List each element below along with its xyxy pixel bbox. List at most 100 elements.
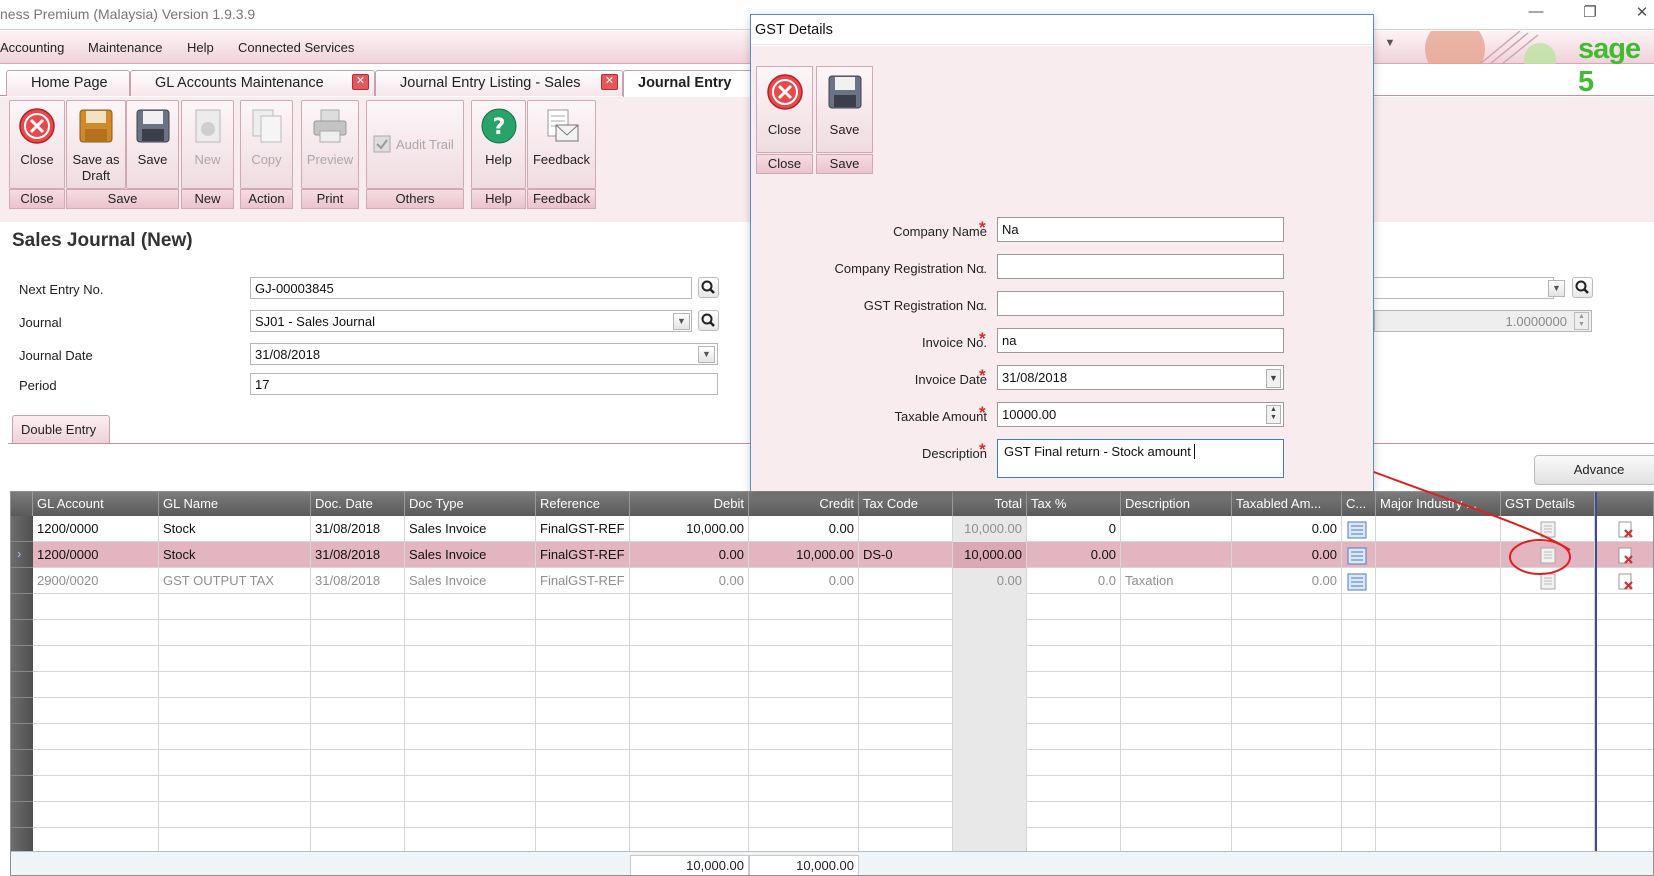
empty-cell[interactable]	[1121, 698, 1232, 724]
invoice-no-field[interactable]: na	[997, 328, 1284, 353]
empty-cell[interactable]	[953, 620, 1027, 646]
column-header-gl-account[interactable]: GL Account	[33, 492, 159, 516]
empty-row[interactable]	[11, 698, 1653, 724]
cell-doc-type[interactable]: Sales Invoice	[405, 568, 536, 594]
dialog-save-button[interactable]: Save	[816, 66, 873, 153]
cell-description[interactable]: Taxation	[1121, 568, 1232, 594]
empty-cell[interactable]	[159, 646, 311, 672]
empty-cell[interactable]	[33, 646, 159, 672]
invoice-date-field[interactable]: 31/08/2018 ▼	[997, 365, 1284, 390]
empty-row[interactable]	[11, 672, 1653, 698]
next-entry-field[interactable]: GJ-00003845	[250, 277, 692, 299]
empty-cell[interactable]	[859, 750, 953, 776]
restore-button[interactable]: ❐	[1572, 3, 1608, 25]
dialog-close-button[interactable]: Close	[756, 66, 813, 153]
cell-gl-name[interactable]: GST OUTPUT TAX	[159, 568, 311, 594]
empty-cell[interactable]	[1232, 620, 1342, 646]
empty-row[interactable]	[11, 620, 1653, 646]
chevron-down-icon[interactable]: ▼	[673, 313, 690, 330]
journal-date-field[interactable]: 31/08/2018	[250, 343, 718, 365]
empty-cell[interactable]	[1121, 750, 1232, 776]
cell-reference[interactable]: FinalGST-REF	[536, 542, 630, 568]
cell-credit[interactable]: 0.00	[749, 568, 859, 594]
empty-cell[interactable]	[311, 620, 405, 646]
audit-trail-button[interactable]: Audit Trail	[366, 100, 464, 189]
tab-double-entry[interactable]: Double Entry	[12, 415, 110, 443]
empty-cell[interactable]	[1595, 776, 1653, 802]
empty-cell[interactable]	[1501, 750, 1595, 776]
empty-cell[interactable]	[859, 646, 953, 672]
empty-cell[interactable]	[749, 698, 859, 724]
empty-cell[interactable]	[1342, 724, 1376, 750]
empty-cell[interactable]	[630, 802, 749, 828]
empty-cell[interactable]	[1595, 620, 1653, 646]
menu-help[interactable]: Help	[187, 40, 214, 55]
exchange-rate-field[interactable]: 1.0000000	[1374, 310, 1592, 332]
chevron-down-icon[interactable]: ▼	[698, 346, 715, 363]
column-header-tax-code[interactable]: Tax Code	[859, 492, 953, 516]
empty-cell[interactable]	[1027, 594, 1121, 620]
empty-cell[interactable]	[1595, 646, 1653, 672]
empty-cell[interactable]	[953, 594, 1027, 620]
empty-cell[interactable]	[1376, 620, 1501, 646]
company-registration-field[interactable]	[997, 254, 1284, 279]
empty-cell[interactable]	[630, 698, 749, 724]
empty-cell[interactable]	[1595, 698, 1653, 724]
empty-cell[interactable]	[1501, 594, 1595, 620]
column-header-total[interactable]: Total	[953, 492, 1027, 516]
empty-cell[interactable]	[536, 698, 630, 724]
empty-cell[interactable]	[1342, 802, 1376, 828]
empty-cell[interactable]	[1595, 594, 1653, 620]
row-header[interactable]	[11, 594, 33, 620]
search-icon[interactable]	[698, 277, 719, 298]
chevron-down-icon[interactable]: ▼	[1375, 37, 1405, 57]
empty-cell[interactable]	[33, 620, 159, 646]
empty-cell[interactable]	[536, 724, 630, 750]
empty-row[interactable]	[11, 802, 1653, 828]
cell-doc-type[interactable]: Sales Invoice	[405, 542, 536, 568]
cell-tax-code[interactable]	[859, 516, 953, 542]
empty-cell[interactable]	[159, 776, 311, 802]
cell-tax-code[interactable]: DS-0	[859, 542, 953, 568]
column-header-taxabled-amount[interactable]: Taxabled Am...	[1232, 492, 1342, 516]
empty-cell[interactable]	[311, 776, 405, 802]
empty-cell[interactable]	[1501, 672, 1595, 698]
empty-cell[interactable]	[311, 750, 405, 776]
empty-cell[interactable]	[536, 620, 630, 646]
empty-cell[interactable]	[1376, 776, 1501, 802]
feedback-button[interactable]: Feedback	[527, 100, 596, 189]
company-name-field[interactable]: Na	[997, 217, 1284, 242]
empty-cell[interactable]	[1121, 594, 1232, 620]
cell-reference[interactable]: FinalGST-REF	[536, 568, 630, 594]
empty-cell[interactable]	[1595, 750, 1653, 776]
empty-cell[interactable]	[630, 724, 749, 750]
row-header[interactable]	[11, 620, 33, 646]
empty-cell[interactable]	[1121, 672, 1232, 698]
empty-cell[interactable]	[1232, 750, 1342, 776]
column-header-credit[interactable]: Credit	[749, 492, 859, 516]
row-header[interactable]	[11, 802, 33, 828]
empty-cell[interactable]	[630, 620, 749, 646]
empty-cell[interactable]	[859, 620, 953, 646]
empty-cell[interactable]	[405, 802, 536, 828]
menu-accounting[interactable]: Accounting	[0, 40, 64, 55]
empty-cell[interactable]	[1376, 594, 1501, 620]
empty-cell[interactable]	[630, 646, 749, 672]
empty-row[interactable]	[11, 776, 1653, 802]
journal-select[interactable]: SJ01 - Sales Journal	[250, 310, 692, 332]
row-header[interactable]	[11, 750, 33, 776]
column-header-doc-type[interactable]: Doc Type	[405, 492, 536, 516]
empty-cell[interactable]	[1027, 750, 1121, 776]
empty-cell[interactable]	[1376, 672, 1501, 698]
chevron-down-icon[interactable]: ▼	[1266, 369, 1281, 388]
empty-cell[interactable]	[311, 724, 405, 750]
empty-cell[interactable]	[1376, 646, 1501, 672]
empty-cell[interactable]	[953, 646, 1027, 672]
empty-cell[interactable]	[1027, 776, 1121, 802]
search-icon[interactable]	[698, 310, 719, 331]
empty-cell[interactable]	[859, 698, 953, 724]
empty-cell[interactable]	[749, 620, 859, 646]
cell-tax-pct[interactable]: 0.00	[1027, 542, 1121, 568]
empty-cell[interactable]	[1027, 620, 1121, 646]
empty-row[interactable]	[11, 594, 1653, 620]
